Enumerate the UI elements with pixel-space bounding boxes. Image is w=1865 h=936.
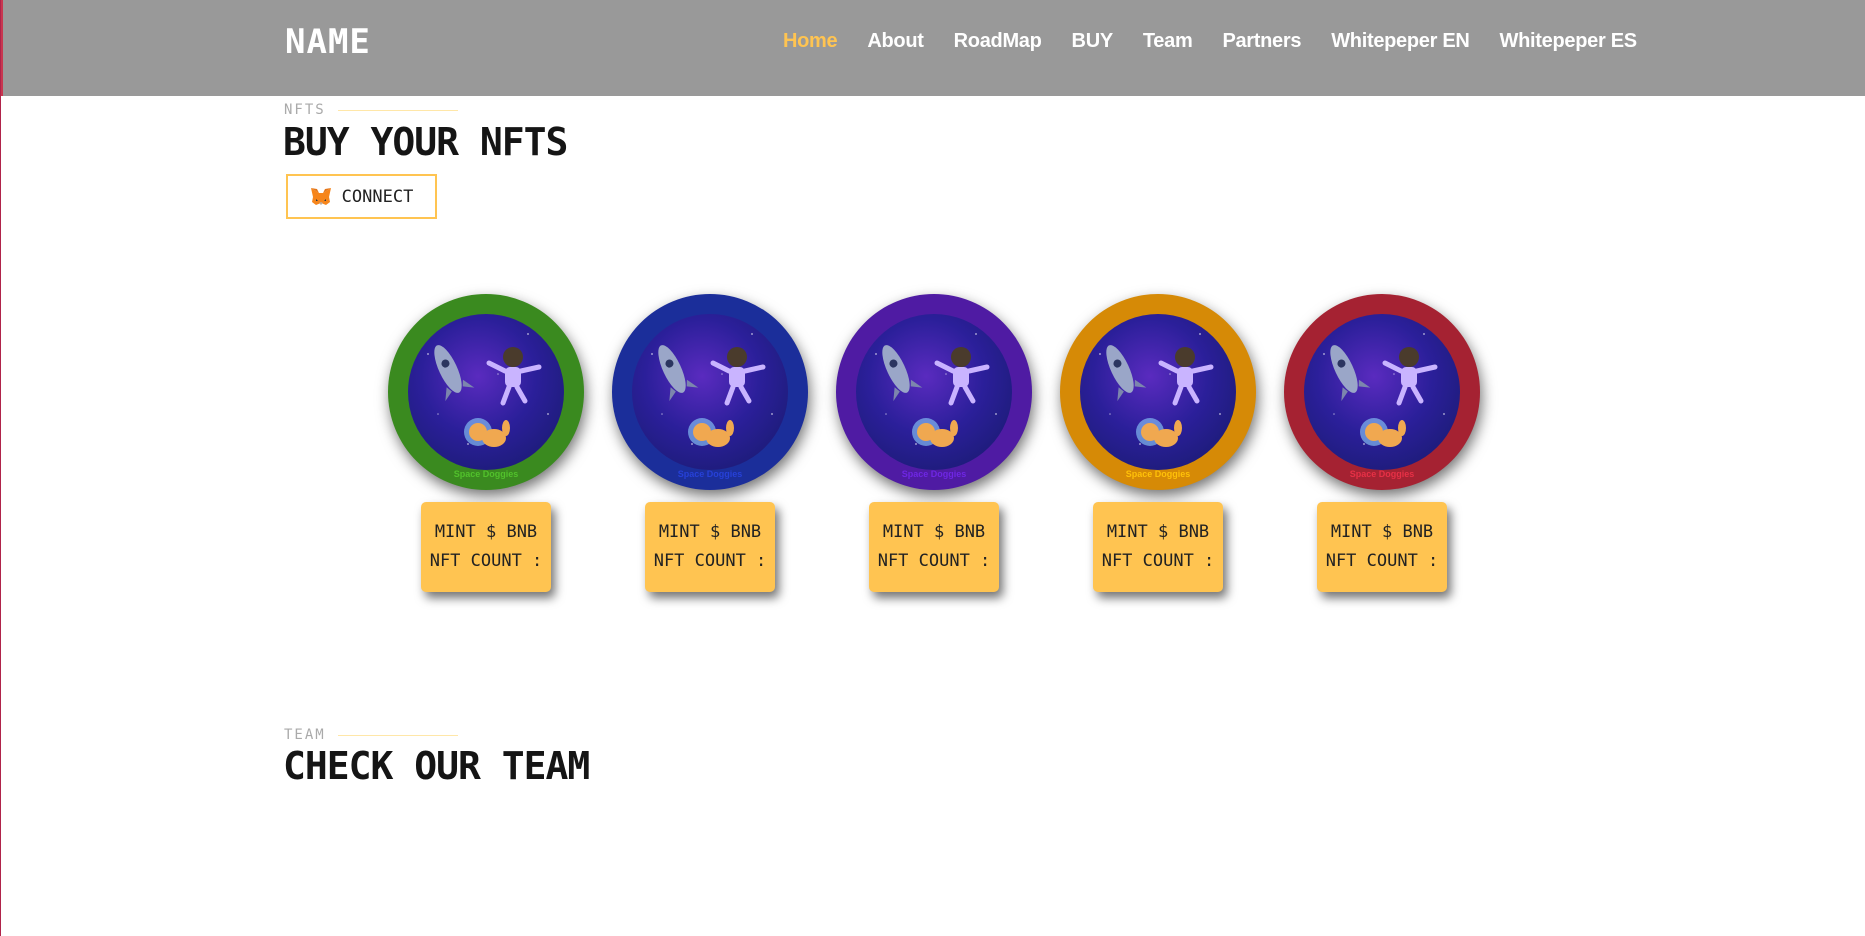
nft-count-label: NFT COUNT : — [877, 551, 991, 571]
nft-coin-image[interactable]: Space Doggies — [836, 294, 1032, 490]
mint-price-label: MINT $ BNB — [434, 522, 538, 542]
connect-wallet-button[interactable]: CONNECT — [286, 174, 437, 219]
site-header: NAME Home About RoadMap BUY Team Partner… — [1, 0, 1865, 96]
metamask-fox-icon — [310, 187, 331, 205]
nft-count-label: NFT COUNT : — [1101, 551, 1215, 571]
logo[interactable]: NAME — [285, 22, 371, 62]
nft-coin-image[interactable]: Space Doggies — [388, 294, 584, 490]
nft-coin-image[interactable]: Space Doggies — [1284, 294, 1480, 490]
nft-count-label: NFT COUNT : — [653, 551, 767, 571]
team-label-text: TEAM — [284, 727, 326, 743]
mint-button[interactable]: MINT $ BNB NFT COUNT : — [1093, 502, 1223, 592]
nft-count-label: NFT COUNT : — [1325, 551, 1439, 571]
space-doggies-art-icon — [427, 333, 549, 447]
space-doggies-art-icon — [875, 333, 997, 447]
nav-whitepaper-es[interactable]: Whitepeper ES — [1500, 30, 1638, 53]
nft-card: Space Doggies MINT $ BNB NFT COUNT : — [836, 294, 1032, 594]
coin-caption: Space Doggies — [901, 469, 967, 479]
space-doggies-art-icon — [1099, 333, 1221, 447]
nav-home[interactable]: Home — [783, 30, 838, 53]
connect-label: CONNECT — [341, 186, 414, 207]
mint-price-label: MINT $ BNB — [658, 522, 762, 542]
nft-card: Space Doggies MINT $ BNB NFT COUNT : — [1284, 294, 1480, 594]
nav-about[interactable]: About — [867, 30, 924, 53]
nft-card: Space Doggies MINT $ BNB NFT COUNT : — [388, 294, 584, 594]
space-scene-artwork — [856, 314, 1012, 470]
mint-button[interactable]: MINT $ BNB NFT COUNT : — [421, 502, 551, 592]
space-doggies-art-icon — [651, 333, 773, 447]
space-scene-artwork — [632, 314, 788, 470]
nft-card: Space Doggies MINT $ BNB NFT COUNT : — [1060, 294, 1256, 594]
main-nav: Home About RoadMap BUY Team Partners Whi… — [783, 30, 1667, 53]
mint-button[interactable]: MINT $ BNB NFT COUNT : — [869, 502, 999, 592]
space-scene-artwork — [408, 314, 564, 470]
nav-team[interactable]: Team — [1143, 30, 1193, 53]
mint-price-label: MINT $ BNB — [882, 522, 986, 542]
coin-caption: Space Doggies — [1349, 469, 1415, 479]
nfts-section-label: NFTS — [284, 102, 458, 118]
coin-caption: Space Doggies — [1125, 469, 1191, 479]
mint-price-label: MINT $ BNB — [1330, 522, 1434, 542]
space-doggies-art-icon — [1323, 333, 1445, 447]
nft-count-label: NFT COUNT : — [429, 551, 543, 571]
nav-buy[interactable]: BUY — [1072, 30, 1114, 53]
coin-caption: Space Doggies — [453, 469, 519, 479]
coin-caption: Space Doggies — [677, 469, 743, 479]
nft-coin-image[interactable]: Space Doggies — [612, 294, 808, 490]
mint-button[interactable]: MINT $ BNB NFT COUNT : — [645, 502, 775, 592]
nfts-label-text: NFTS — [284, 102, 326, 118]
mint-price-label: MINT $ BNB — [1106, 522, 1210, 542]
nft-card: Space Doggies MINT $ BNB NFT COUNT : — [612, 294, 808, 594]
team-section-title: CHECK OUR TEAM — [283, 744, 590, 788]
space-scene-artwork — [1080, 314, 1236, 470]
nav-partners[interactable]: Partners — [1222, 30, 1301, 53]
mint-button[interactable]: MINT $ BNB NFT COUNT : — [1317, 502, 1447, 592]
team-section-label: TEAM — [284, 727, 458, 743]
label-divider — [337, 734, 458, 736]
nfts-section-title: BUY YOUR NFTS — [283, 120, 568, 164]
nft-coin-image[interactable]: Space Doggies — [1060, 294, 1256, 490]
label-divider — [337, 109, 458, 111]
nav-roadmap[interactable]: RoadMap — [954, 30, 1042, 53]
nav-whitepaper-en[interactable]: Whitepeper EN — [1331, 30, 1470, 53]
space-scene-artwork — [1304, 314, 1460, 470]
